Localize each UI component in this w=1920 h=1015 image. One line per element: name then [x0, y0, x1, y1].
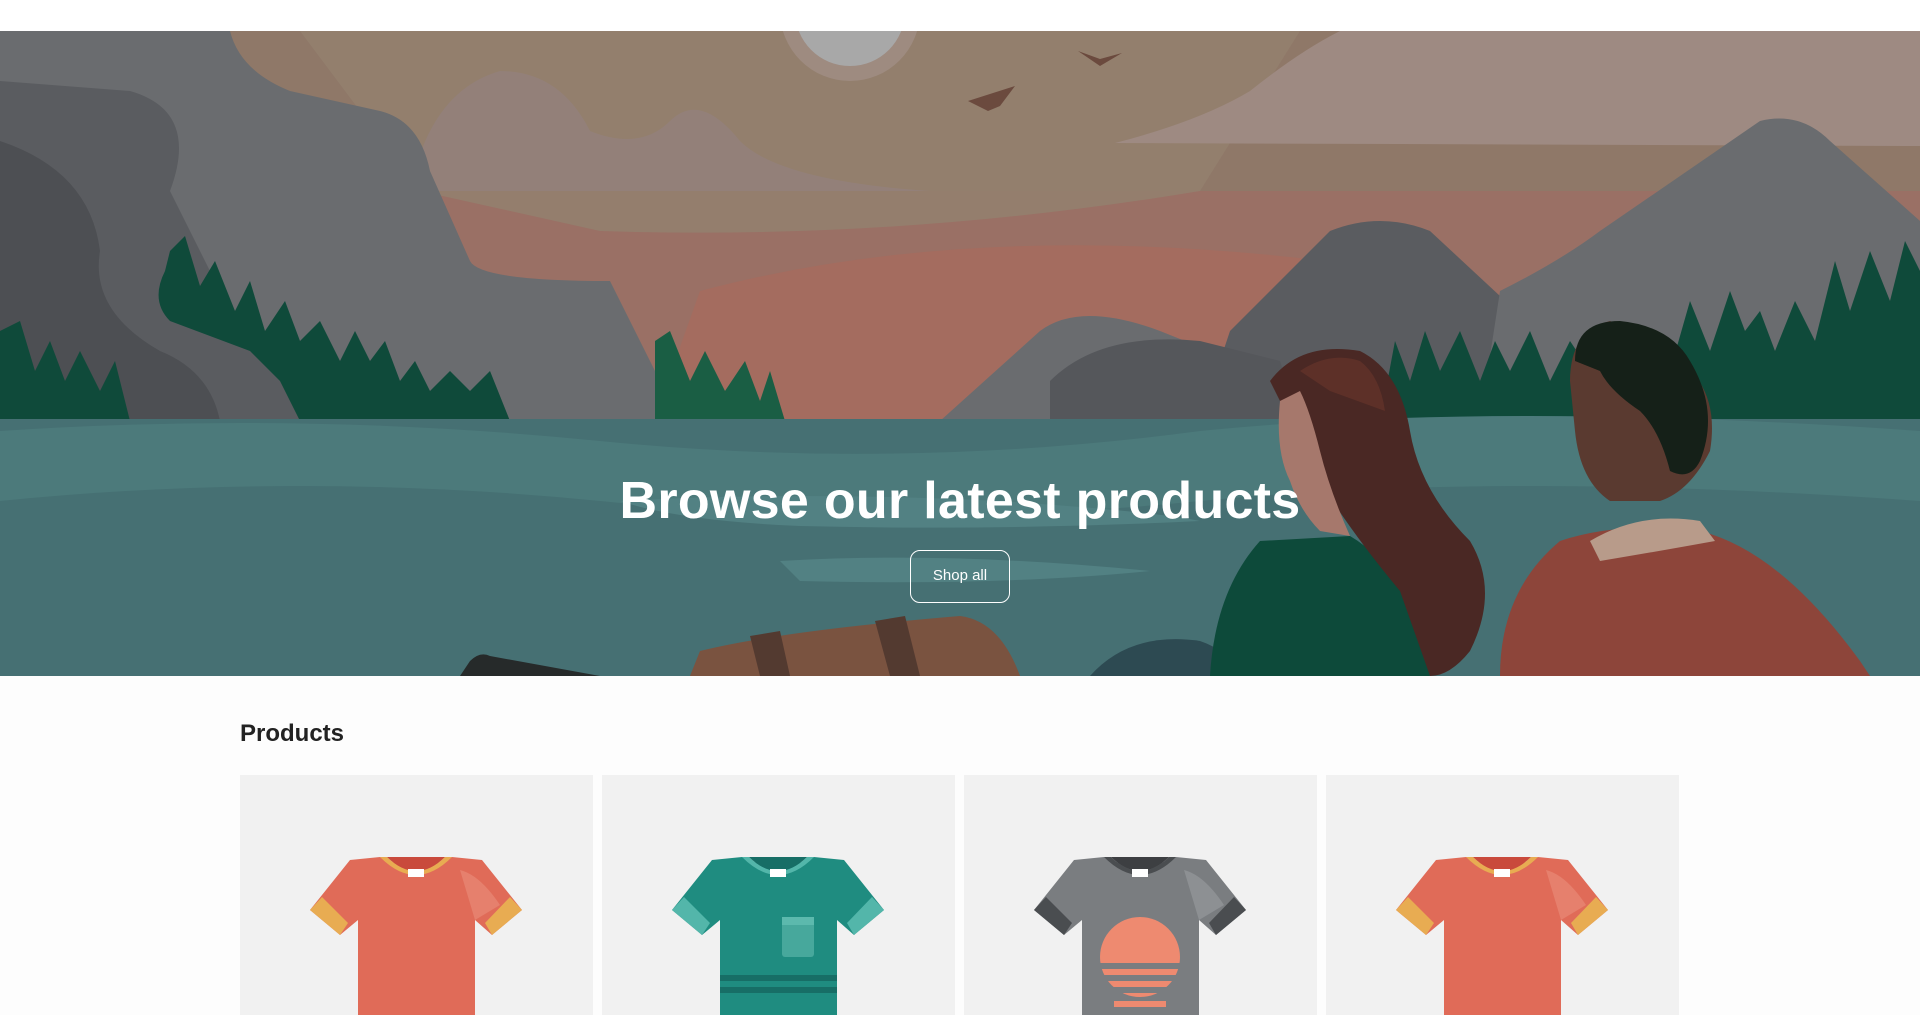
hero-banner: Browse our latest products Shop all [0, 31, 1920, 676]
shop-all-button[interactable]: Shop all [910, 550, 1010, 603]
hero-title: Browse our latest products [619, 472, 1301, 530]
product-card[interactable] [240, 775, 593, 1015]
tshirt-coral-icon [310, 857, 522, 1015]
product-card[interactable] [964, 775, 1317, 1015]
hero-content: Browse our latest products Shop all [0, 31, 1920, 676]
products-heading: Products [240, 720, 345, 747]
tshirt-gray-sunset-icon [1034, 857, 1246, 1015]
product-grid [240, 775, 1680, 1015]
tshirt-coral-icon [1396, 857, 1608, 1015]
top-bar [0, 0, 1920, 31]
product-card[interactable] [1326, 775, 1679, 1015]
tshirt-teal-pocket-icon [672, 857, 884, 1015]
product-card[interactable] [602, 775, 955, 1015]
